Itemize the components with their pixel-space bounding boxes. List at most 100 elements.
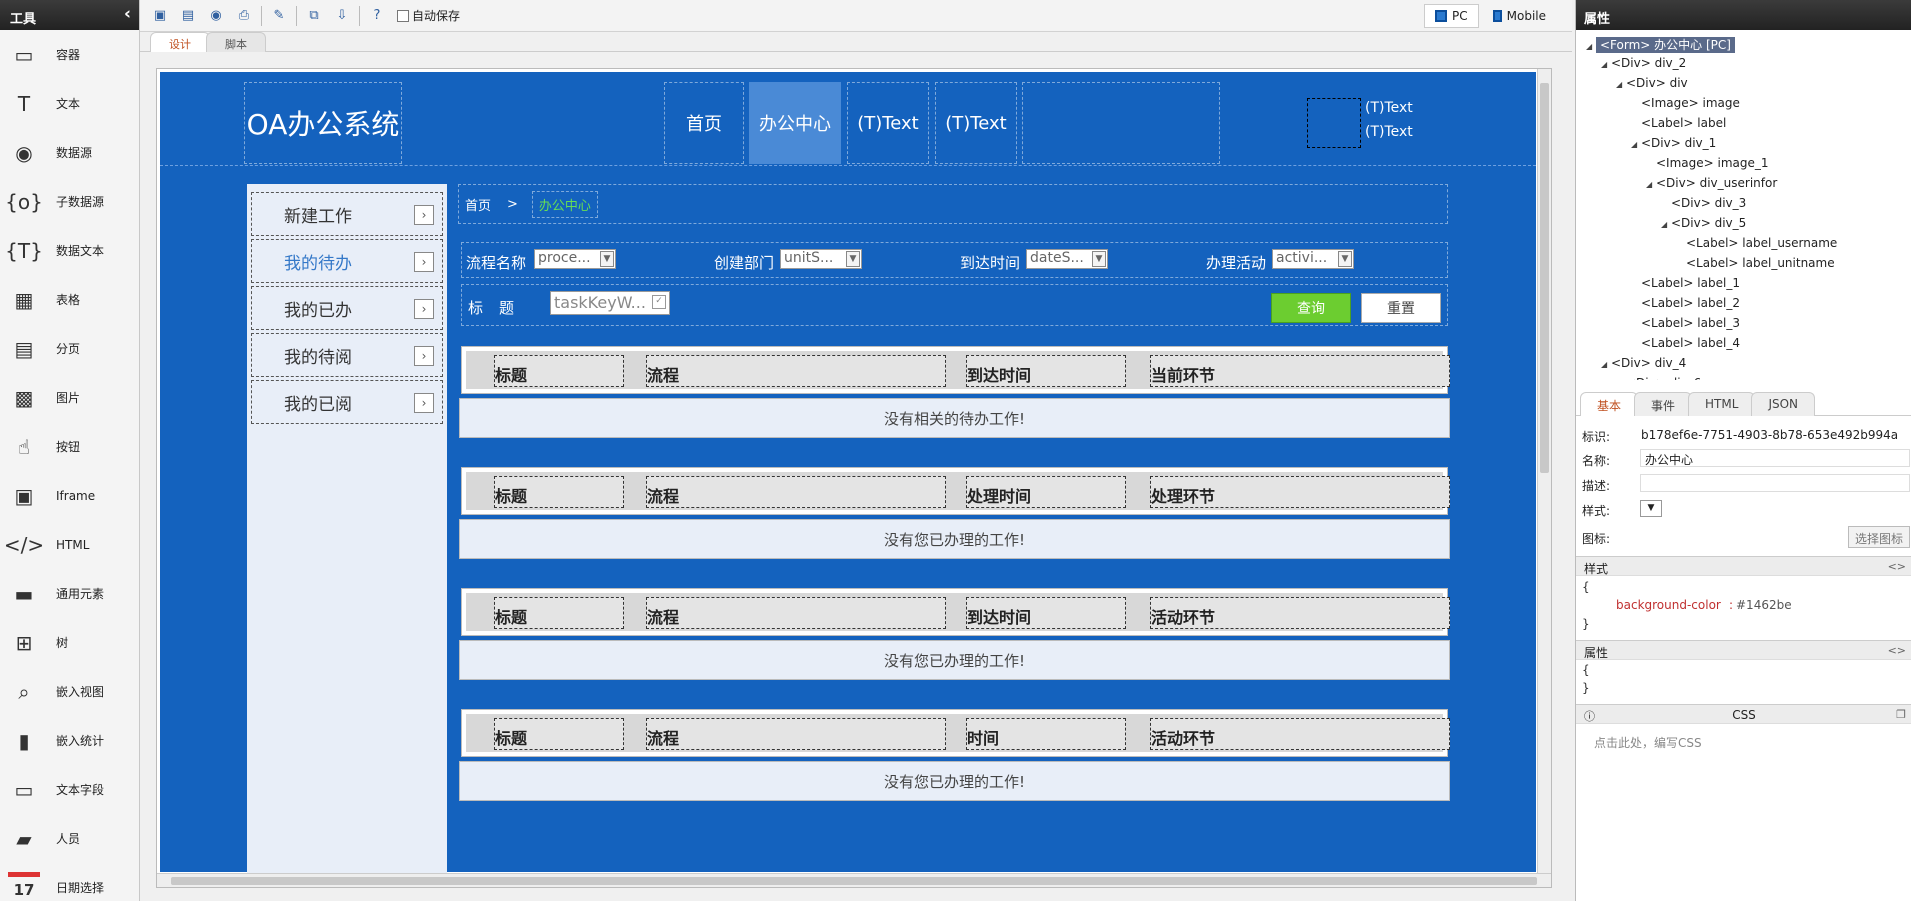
filter-row[interactable]: 流程名称 proce... ▼ 创建部门 unitS... ▼ 到达时间 dat…: [461, 242, 1448, 278]
tool-item-person[interactable]: ▰ 人员: [0, 814, 139, 863]
tree-node[interactable]: <Label> label_unitname: [1676, 256, 1835, 270]
edit-icon[interactable]: ✓: [652, 295, 666, 309]
tree-node[interactable]: <Image> image: [1631, 96, 1740, 110]
tool-item-datasource[interactable]: ◉ 数据源: [0, 128, 139, 177]
code-toggle-icon[interactable]: <>: [1888, 560, 1906, 573]
expand-icon[interactable]: ◢: [1631, 140, 1641, 149]
tree-node[interactable]: ◢<Div> div_6: [1616, 376, 1701, 380]
column-header[interactable]: 到达时间: [966, 355, 1126, 387]
tool-item-sub-datasource[interactable]: {o} 子数据源: [0, 177, 139, 226]
tree-node[interactable]: ◢ <Div> div_4: [1601, 356, 1686, 370]
breadcrumb-current[interactable]: 办公中心: [531, 190, 598, 218]
chevron-right-icon[interactable]: ›: [414, 346, 434, 366]
sidebar-item[interactable]: 我的已办 ›: [251, 286, 443, 330]
work-list[interactable]: 标题 流程 时间 活动环节 没有您已办理的工作!: [459, 709, 1450, 805]
tree-node[interactable]: <Div> div_3: [1661, 196, 1746, 210]
process-select[interactable]: proce... ▼: [534, 249, 616, 269]
autosave-toggle[interactable]: 自动保存: [397, 7, 460, 24]
chevron-down-icon[interactable]: ▼: [600, 251, 614, 267]
chevron-right-icon[interactable]: ›: [414, 252, 434, 272]
tool-item-embed-view[interactable]: ⌕ 嵌入视图: [0, 667, 139, 716]
horizontal-scrollbar[interactable]: [157, 873, 1551, 887]
column-header[interactable]: 处理时间: [966, 476, 1126, 508]
nav-office-center[interactable]: 办公中心: [749, 82, 841, 164]
column-header[interactable]: 活动环节: [1150, 718, 1450, 750]
tree-node[interactable]: <Label> label_username: [1676, 236, 1837, 250]
tool-item-table[interactable]: ▦ 表格: [0, 275, 139, 324]
column-header[interactable]: 处理环节: [1150, 476, 1450, 508]
reset-button[interactable]: 重置: [1361, 293, 1441, 323]
column-header[interactable]: 到达时间: [966, 597, 1126, 629]
desc-input[interactable]: [1640, 474, 1910, 492]
unit-select[interactable]: unitS... ▼: [780, 249, 862, 269]
property-tab[interactable]: JSON: [1751, 392, 1816, 416]
tree-node[interactable]: <Label> label: [1631, 116, 1726, 130]
tool-item-text[interactable]: T 文本: [0, 79, 139, 128]
property-tab[interactable]: 基本: [1580, 392, 1639, 416]
chevron-down-icon[interactable]: ▼: [846, 251, 860, 267]
title-search-row[interactable]: 标题 taskKeyW... ✓ 查询 重置: [461, 284, 1448, 326]
print-icon[interactable]: ⎙: [233, 5, 255, 27]
column-header[interactable]: 活动环节: [1150, 597, 1450, 629]
tree-node[interactable]: <Label> label_2: [1631, 296, 1740, 310]
name-input[interactable]: 办公中心: [1640, 449, 1910, 467]
column-header[interactable]: 标题: [494, 355, 624, 387]
tool-item-data-text[interactable]: {T} 数据文本: [0, 226, 139, 275]
activity-select[interactable]: activi... ▼: [1272, 249, 1354, 269]
style-select[interactable]: ▼: [1640, 500, 1662, 517]
tab-design[interactable]: 设计: [150, 32, 210, 52]
tree-node[interactable]: ◢ <Div> div_1: [1631, 136, 1716, 150]
tool-item-html[interactable]: </> HTML: [0, 520, 139, 569]
vertical-scrollbar[interactable]: [1537, 69, 1551, 875]
maximize-icon[interactable]: ❐: [1896, 708, 1906, 721]
tree-node[interactable]: <Label> label_4: [1631, 336, 1740, 350]
unitname-label[interactable]: (T)Text: [1365, 124, 1413, 140]
copy-icon[interactable]: ⧉: [303, 5, 325, 27]
css-section-header[interactable]: ⓘ CSS ❐: [1576, 704, 1911, 724]
help-icon[interactable]: ?: [366, 5, 388, 27]
tool-item-container[interactable]: ▭ 容器: [0, 30, 139, 79]
tree-node[interactable]: <Label> label_1: [1631, 276, 1740, 290]
choose-icon-button[interactable]: 选择图标: [1848, 526, 1910, 548]
chevron-right-icon[interactable]: ›: [414, 205, 434, 225]
tree-node[interactable]: <Image> image_1: [1646, 156, 1769, 170]
property-tab[interactable]: HTML: [1688, 392, 1756, 416]
expand-icon[interactable]: ◢: [1601, 360, 1611, 369]
tree-node[interactable]: ◢ <Div> div_userinfor: [1646, 176, 1777, 190]
autosave-checkbox[interactable]: [397, 9, 409, 22]
user-avatar-image[interactable]: [1307, 98, 1361, 148]
sidebar-item[interactable]: 我的已阅 ›: [251, 380, 443, 424]
column-header[interactable]: 流程: [646, 476, 946, 508]
tool-item-text-field[interactable]: ▭ 文本字段: [0, 765, 139, 814]
column-header[interactable]: 标题: [494, 718, 624, 750]
expand-icon[interactable]: ◢: [1601, 60, 1611, 69]
sidebar-item[interactable]: 我的待阅 ›: [251, 333, 443, 377]
column-header[interactable]: 流程: [646, 597, 946, 629]
vertical-scroll-thumb[interactable]: [1540, 83, 1549, 473]
column-header[interactable]: 标题: [494, 476, 624, 508]
pc-mode-button[interactable]: PC: [1424, 4, 1479, 28]
css-editor-placeholder[interactable]: 点击此处，编写CSS: [1594, 734, 1702, 751]
username-label[interactable]: (T)Text: [1365, 100, 1413, 116]
property-tab[interactable]: 事件: [1634, 392, 1693, 416]
brand-label[interactable]: OA办公系统: [244, 82, 402, 164]
nav-text-1[interactable]: (T)Text: [847, 82, 929, 164]
user-area[interactable]: [1022, 82, 1220, 164]
export-icon[interactable]: ⇩: [331, 5, 353, 27]
code-toggle-icon[interactable]: <>: [1888, 644, 1906, 657]
save-icon[interactable]: ▣: [149, 5, 171, 27]
expand-icon[interactable]: ◢: [1616, 80, 1626, 89]
work-list[interactable]: 标题 流程 到达时间 活动环节 没有您已办理的工作!: [459, 588, 1450, 684]
date-select[interactable]: dateS... ▼: [1026, 249, 1108, 269]
chevron-right-icon[interactable]: ›: [414, 299, 434, 319]
work-list[interactable]: 标题 流程 处理时间 处理环节 没有您已办理的工作!: [459, 467, 1450, 563]
tree-node[interactable]: ◢ <Form> 办公中心 [PC]: [1586, 36, 1735, 53]
column-header[interactable]: 标题: [494, 597, 624, 629]
nav-text-2[interactable]: (T)Text: [935, 82, 1017, 164]
mobile-mode-button[interactable]: Mobile: [1483, 4, 1556, 28]
nav-home[interactable]: 首页: [664, 82, 744, 164]
brush-icon[interactable]: ✎: [268, 5, 290, 27]
tool-item-date-picker[interactable]: 17 日期选择: [0, 863, 139, 901]
expand-icon[interactable]: ◢: [1586, 42, 1596, 51]
tool-item-generic-element[interactable]: ▬ 通用元素: [0, 569, 139, 618]
